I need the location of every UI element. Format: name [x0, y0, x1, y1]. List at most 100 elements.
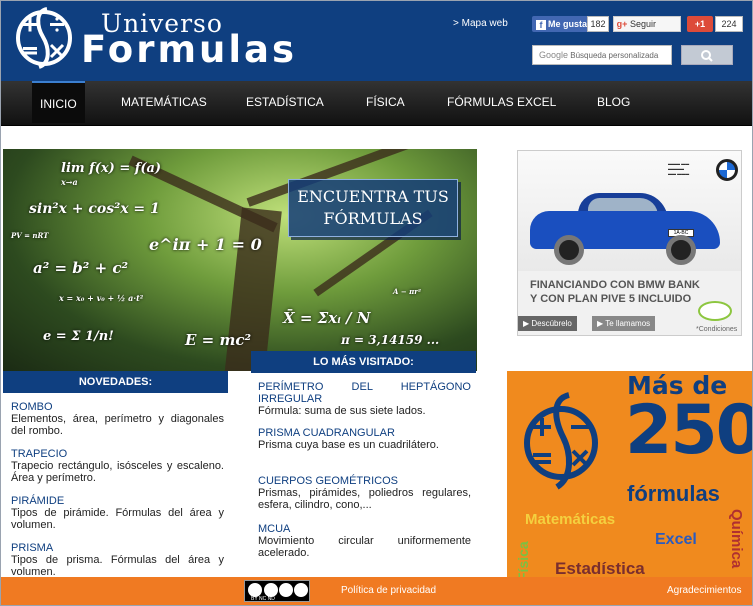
- list-item: PRISMA CUADRANGULAR Prisma cuya base es …: [258, 427, 471, 451]
- visitado-item-desc: Movimiento circular uniformemente aceler…: [258, 535, 471, 559]
- visitado-item-title[interactable]: PERÍMETRO DEL HEPTÁGONO IRREGULAR: [258, 381, 471, 405]
- ad-line2: Y CON PLAN PIVE 5 INCLUIDO: [530, 293, 692, 305]
- thanks-link[interactable]: Agradecimientos: [667, 585, 741, 596]
- promo-formulas-text: fórmulas: [627, 481, 720, 506]
- promo-banner[interactable]: Más de 250 fórmulas Matemáticas Excel Qu…: [507, 371, 753, 581]
- cc-circle-icon: [264, 583, 278, 597]
- list-item: ROMBO Elementos, área, perímetro y diago…: [11, 401, 224, 437]
- visitado-heading: LO MÁS VISITADO:: [251, 351, 476, 373]
- list-item: MCUA Movimiento circular uniformemente a…: [258, 523, 471, 559]
- promo-word: Matemáticas: [525, 511, 616, 528]
- search-placeholder: Búsqueda personalizada: [570, 51, 659, 60]
- novedades-item-desc: Tipos de prisma. Fórmulas del área y vol…: [11, 554, 224, 577]
- novedades-item-title[interactable]: PIRÁMIDE: [11, 495, 224, 507]
- nav-item-fisica[interactable]: FÍSICA: [366, 81, 405, 123]
- cc-circle-icon: [248, 583, 262, 597]
- hero-banner-line2: FÓRMULAS: [323, 209, 423, 228]
- ad-text: FINANCIANDO CON BMW BANK Y CON PLAN PIVE…: [530, 278, 700, 306]
- facebook-like-label: Me gusta: [548, 19, 588, 29]
- novedades-item-desc: Elementos, área, perímetro y diagonales …: [11, 413, 224, 437]
- nav-item-formulas-excel[interactable]: FÓRMULAS EXCEL: [447, 81, 556, 123]
- hero-banner[interactable]: ENCUENTRA TUS FÓRMULAS: [288, 179, 458, 237]
- nav-item-matematicas[interactable]: MATEMÁTICAS: [121, 81, 207, 123]
- novedades-item-title[interactable]: ROMBO: [11, 401, 224, 413]
- visitado-item-desc: Prismas, pirámides, poliedros regulares,…: [258, 487, 471, 511]
- formula-area: A − πr²: [393, 287, 422, 296]
- ad-car-image: ▬▬▬ ▬▬▬▬▬▬▬▬ ▬▬▬ 1A-BC 123: [518, 151, 741, 271]
- promo-word: Estadística: [555, 559, 645, 578]
- formula-einstein: E = mc²: [185, 331, 252, 349]
- facebook-like-count: 182: [587, 16, 609, 32]
- cc-text: BY NC ND: [251, 596, 275, 602]
- list-item: CUERPOS GEOMÉTRICOS Prismas, pirámides, …: [258, 475, 471, 511]
- google-follow-button[interactable]: g+ Seguir: [613, 16, 681, 32]
- novedades-item-title[interactable]: TRAPECIO: [11, 448, 224, 460]
- search-icon: [701, 50, 713, 62]
- hero-banner-line1: ENCUENTRA TUS: [297, 187, 449, 206]
- google-plus-one-count: 224: [715, 16, 743, 32]
- privacy-link[interactable]: Política de privacidad: [341, 585, 436, 596]
- formula-limit-sub: x→a: [61, 177, 78, 187]
- car-wheel: [554, 235, 584, 265]
- facebook-icon: f: [536, 19, 546, 30]
- formula-pythagoras: a² = b² + c²: [33, 259, 129, 277]
- google-search-logo: Google: [539, 50, 569, 60]
- ad-llamamos-label: Te llamamos: [605, 319, 651, 328]
- page: Universo Formulas > Mapa web f Me gusta 1…: [0, 0, 753, 606]
- ad-descubrelo-button[interactable]: ▶ Descúbrelo: [518, 316, 577, 331]
- site-logo-icon[interactable]: [13, 7, 75, 69]
- promo-word: Física: [515, 541, 531, 581]
- promo-logo-icon: [521, 391, 611, 491]
- play-icon: ▶: [597, 319, 606, 328]
- formula-mean: X̄ = Σxᵢ / N: [283, 309, 371, 327]
- formula-trig: sin²x + cos²x = 1: [29, 201, 160, 217]
- bmw-ad[interactable]: ▬▬▬ ▬▬▬▬▬▬▬▬ ▬▬▬ 1A-BC 123 FINANCIANDO C…: [517, 150, 742, 336]
- novedades-item-desc: Tipos de pirámide. Fórmulas del área y v…: [11, 507, 224, 531]
- ad-line1: FINANCIANDO CON BMW BANK: [530, 279, 700, 291]
- search-input[interactable]: Google Búsqueda personalizada: [532, 45, 672, 65]
- formula-gas: PV = nRT: [11, 231, 49, 240]
- bmw-logo-icon: [716, 159, 738, 181]
- novedades-item-title[interactable]: PRISMA: [11, 542, 224, 554]
- creative-commons-icon[interactable]: BY NC ND: [244, 580, 310, 602]
- formula-limit: lim f(x) = f(a): [61, 161, 162, 176]
- ad-conditions-link[interactable]: *Condiciones: [696, 326, 737, 333]
- nav-item-estadistica[interactable]: ESTADÍSTICA: [246, 81, 324, 123]
- cc-circle-icon: [279, 583, 293, 597]
- google-plus-icon: g+: [616, 19, 628, 29]
- cc-circle-icon: [294, 583, 308, 597]
- car-wheel: [666, 235, 696, 265]
- list-item: PERÍMETRO DEL HEPTÁGONO IRREGULAR Fórmul…: [258, 381, 471, 417]
- formula-kinematics: x = x₀ + v₀ + ½ a·t²: [59, 293, 144, 303]
- google-plus-one-button[interactable]: +1: [687, 16, 713, 32]
- formula-euler: e^iπ + 1 = 0: [149, 235, 262, 254]
- search-button[interactable]: [681, 45, 733, 65]
- promo-number: 250: [625, 391, 753, 470]
- ad-llamamos-button[interactable]: ▶ Te llamamos: [592, 316, 656, 331]
- novedades-heading: NOVEDADES:: [3, 371, 228, 393]
- google-follow-label: Seguir: [630, 19, 657, 29]
- ad-descubrelo-label: Descúbrelo: [531, 319, 572, 328]
- visitado-item-desc: Prisma cuya base es un cuadrilátero.: [258, 439, 439, 451]
- novedades-item-desc: Trapecio rectángulo, isósceles y escalen…: [11, 460, 224, 484]
- formula-pi: π = 3,14159 ...: [341, 333, 440, 347]
- nav-item-blog[interactable]: BLOG: [597, 81, 630, 123]
- site-header: Universo Formulas > Mapa web f Me gusta 1…: [1, 1, 752, 81]
- site-footer: BY NC ND Política de privacidad Agradeci…: [1, 577, 752, 605]
- ad-fine-print: ▬▬▬ ▬▬ ▬▬▬▬ ▬▬ ▬▬▬: [668, 161, 690, 176]
- formula-e-series: e = Σ 1/n!: [43, 329, 114, 344]
- hero-image[interactable]: lim f(x) = f(a) x→a sin²x + cos²x = 1 PV…: [3, 149, 477, 371]
- nav-item-inicio[interactable]: INICIO: [32, 81, 85, 123]
- pive-logo-icon: [698, 301, 732, 321]
- facebook-like-button[interactable]: f Me gusta: [532, 16, 592, 32]
- visitado-item-title[interactable]: PRISMA CUADRANGULAR: [258, 427, 471, 439]
- visitado-item-title[interactable]: MCUA: [258, 523, 471, 535]
- promo-word: Química: [728, 509, 745, 569]
- visitado-item-title[interactable]: CUERPOS GEOMÉTRICOS: [258, 475, 471, 487]
- mapa-web-link[interactable]: > Mapa web: [453, 18, 508, 29]
- list-item: TRAPECIO Trapecio rectángulo, isósceles …: [11, 448, 224, 484]
- brand-main-text[interactable]: Formulas: [81, 28, 297, 71]
- list-item: PRISMA Tipos de prisma. Fórmulas del áre…: [11, 542, 224, 577]
- promo-word: Excel: [655, 531, 697, 548]
- visitado-item-desc: Fórmula: suma de sus siete lados.: [258, 405, 426, 417]
